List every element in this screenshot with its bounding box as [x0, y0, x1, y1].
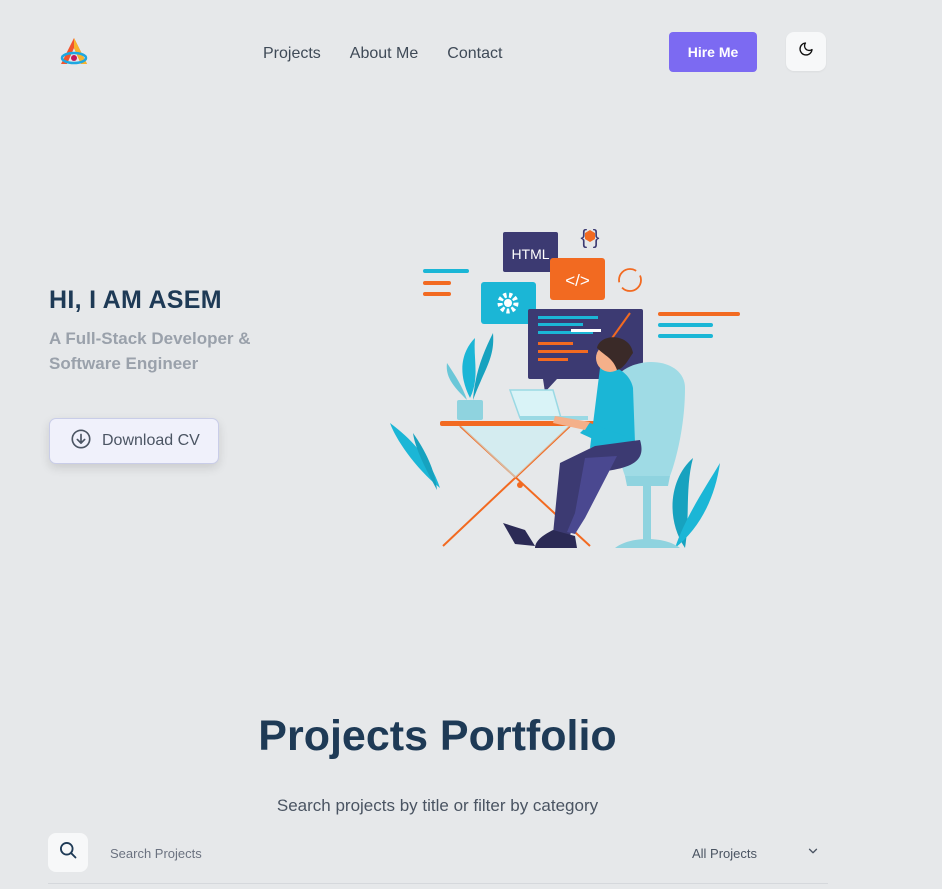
moon-icon [798, 41, 814, 62]
html-tag-label: HTML [511, 246, 549, 262]
download-circle-icon [70, 428, 92, 455]
developer-illustration: HTML { } </> [385, 218, 745, 553]
page: Projects About Me Contact Hire Me HI, I … [0, 0, 942, 889]
nav-projects[interactable]: Projects [263, 44, 321, 64]
download-cv-button[interactable]: Download CV [49, 418, 219, 464]
category-filter-select[interactable]: All Projects [684, 840, 820, 866]
download-cv-label: Download CV [102, 432, 200, 449]
portfolio-subtitle: Search projects by title or filter by ca… [276, 796, 599, 815]
main-nav: Projects About Me Contact [263, 44, 502, 64]
nav-about-me[interactable]: About Me [350, 44, 418, 64]
triangle-logo-icon[interactable] [57, 36, 91, 68]
nav-contact[interactable]: Contact [447, 44, 502, 64]
search-button[interactable] [48, 833, 88, 872]
search-icon [58, 840, 78, 865]
hire-me-button[interactable]: Hire Me [669, 32, 757, 72]
search-projects-input[interactable] [100, 838, 420, 868]
theme-toggle-button[interactable] [786, 32, 826, 71]
hero-subtitle: A Full-Stack Developer & Software Engine… [49, 329, 251, 373]
hero-title: HI, I AM ASEM [49, 286, 222, 314]
filter-selected-value: All Projects [692, 845, 758, 861]
chevron-down-icon [806, 844, 820, 863]
portfolio-title: Projects Portfolio [258, 712, 617, 760]
search-divider [48, 883, 828, 884]
code-tag-label: </> [565, 271, 590, 290]
